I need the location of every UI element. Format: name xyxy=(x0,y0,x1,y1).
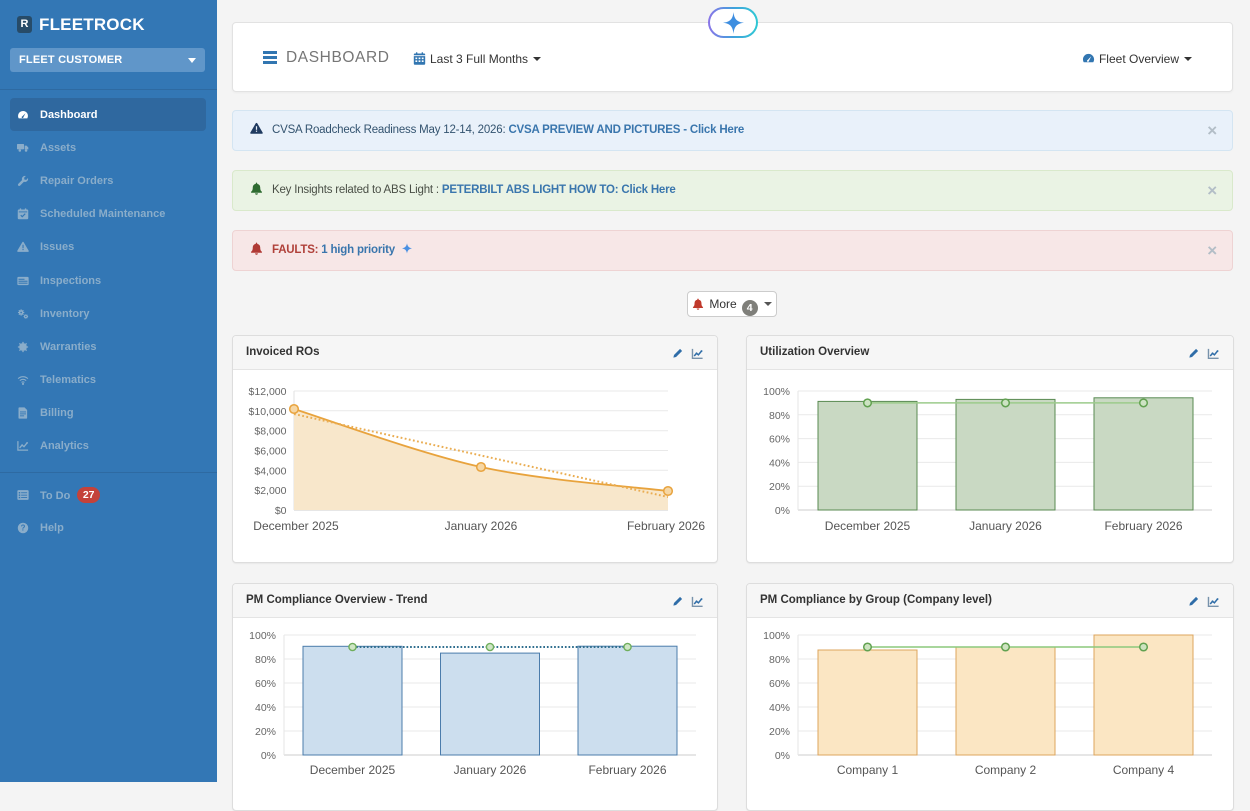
svg-text:$0: $0 xyxy=(275,505,287,517)
svg-text:80%: 80% xyxy=(769,654,790,666)
svg-text:20%: 20% xyxy=(769,726,790,738)
svg-text:January 2026: January 2026 xyxy=(969,519,1042,533)
svg-text:40%: 40% xyxy=(255,702,276,714)
svg-text:January 2026: January 2026 xyxy=(445,519,518,533)
svg-text:0%: 0% xyxy=(775,505,790,517)
svg-text:December 2025: December 2025 xyxy=(310,763,396,777)
svg-text:60%: 60% xyxy=(255,678,276,690)
svg-text:$2,000: $2,000 xyxy=(254,485,286,497)
svg-text:$6,000: $6,000 xyxy=(254,446,286,458)
svg-text:?: ? xyxy=(21,523,26,532)
svg-text:20%: 20% xyxy=(769,481,790,493)
svg-text:January 2026: January 2026 xyxy=(454,763,527,777)
svg-text:February 2026: February 2026 xyxy=(627,519,705,533)
svg-text:80%: 80% xyxy=(255,654,276,666)
svg-text:$8,000: $8,000 xyxy=(254,426,286,438)
svg-text:0%: 0% xyxy=(775,750,790,762)
svg-text:February 2026: February 2026 xyxy=(1104,519,1182,533)
svg-text:0%: 0% xyxy=(261,750,276,762)
svg-text:40%: 40% xyxy=(769,457,790,469)
svg-text:100%: 100% xyxy=(763,386,790,398)
svg-text:40%: 40% xyxy=(769,702,790,714)
svg-text:$10,000: $10,000 xyxy=(249,406,287,418)
svg-text:Company 1: Company 1 xyxy=(837,763,899,777)
svg-text:100%: 100% xyxy=(763,630,790,642)
svg-text:$12,000: $12,000 xyxy=(249,386,287,398)
svg-text:60%: 60% xyxy=(769,434,790,446)
svg-text:$4,000: $4,000 xyxy=(254,465,286,477)
svg-text:100%: 100% xyxy=(249,630,276,642)
svg-text:80%: 80% xyxy=(769,410,790,422)
svg-text:February 2026: February 2026 xyxy=(588,763,666,777)
svg-text:20%: 20% xyxy=(255,726,276,738)
svg-text:December 2025: December 2025 xyxy=(253,519,339,533)
svg-text:Company 4: Company 4 xyxy=(1113,763,1175,777)
svg-text:60%: 60% xyxy=(769,678,790,690)
svg-text:December 2025: December 2025 xyxy=(825,519,911,533)
svg-text:Company 2: Company 2 xyxy=(975,763,1037,777)
